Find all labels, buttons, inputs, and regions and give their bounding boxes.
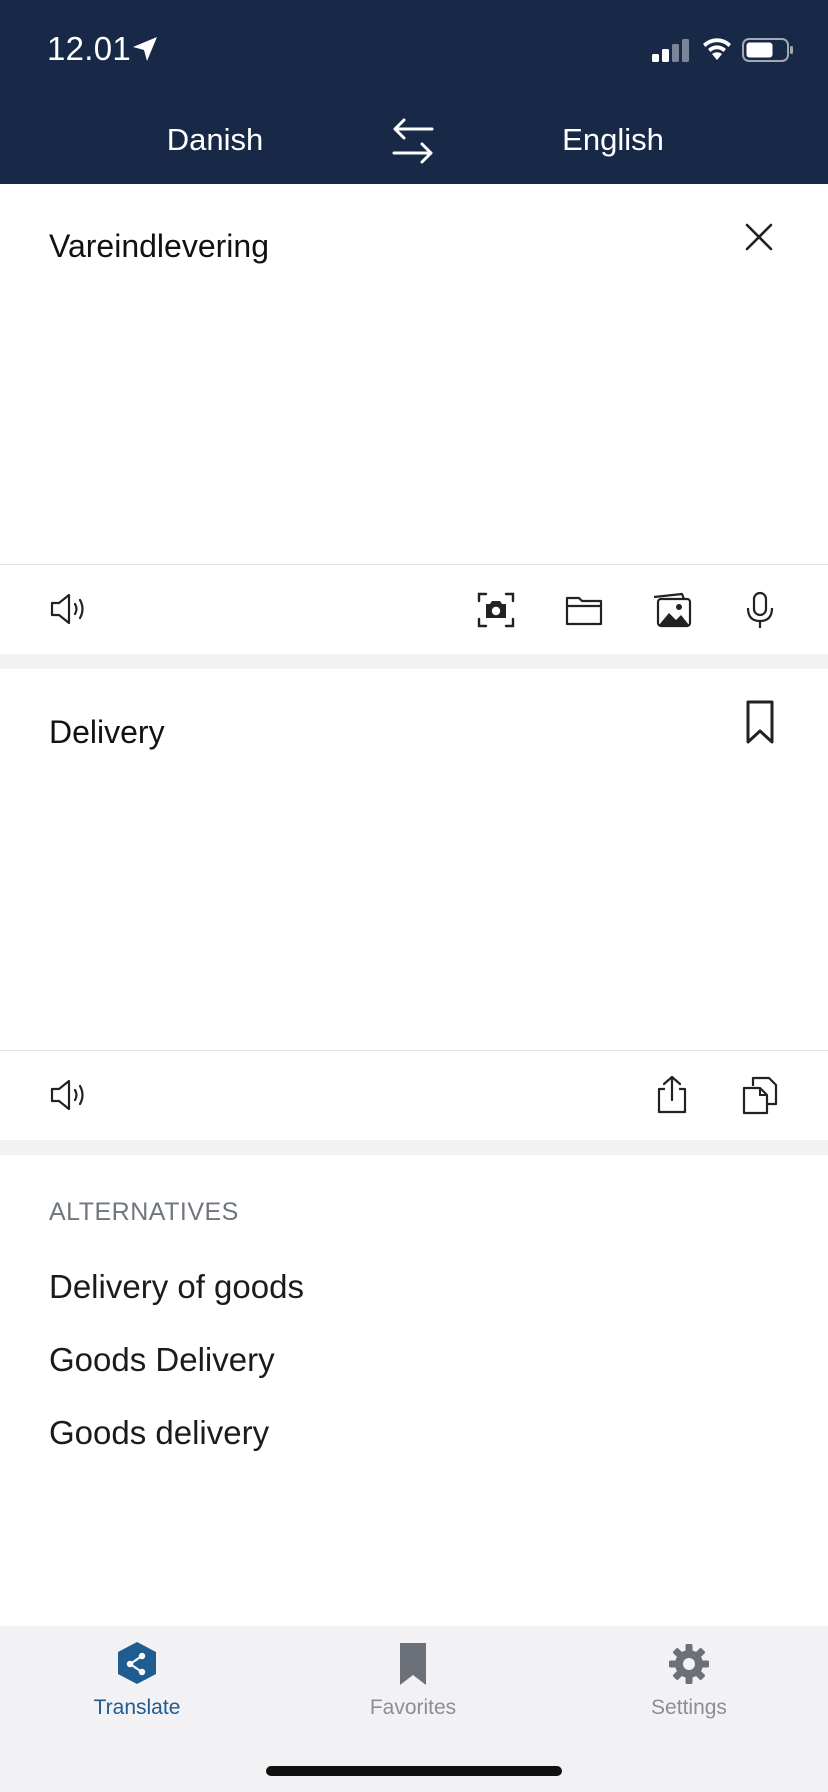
- cellular-signal-icon: [652, 39, 689, 62]
- alternative-item[interactable]: Goods Delivery: [49, 1341, 275, 1379]
- tab-label: Settings: [651, 1696, 727, 1719]
- camera-scan-icon[interactable]: [475, 589, 517, 631]
- status-time: 12.01: [47, 30, 132, 67]
- gear-icon: [669, 1644, 709, 1684]
- home-indicator: [266, 1766, 562, 1776]
- copy-icon[interactable]: [739, 1074, 781, 1116]
- battery-icon: [742, 38, 793, 62]
- translation-divider: [0, 1050, 828, 1051]
- section-separator: [0, 1140, 828, 1155]
- bookmark-icon: [400, 1643, 426, 1685]
- tab-label: Translate: [93, 1696, 181, 1719]
- speaker-icon[interactable]: [48, 1074, 90, 1116]
- top-header: 12.01 Danish English: [0, 0, 828, 184]
- bookmark-icon[interactable]: [745, 699, 775, 745]
- wifi-icon: [703, 38, 731, 60]
- source-divider: [0, 564, 828, 565]
- tab-translate[interactable]: Translate: [37, 1626, 237, 1736]
- folder-icon[interactable]: [563, 589, 605, 631]
- source-text-input[interactable]: Vareindlevering: [49, 228, 269, 265]
- section-separator: [0, 654, 828, 669]
- tab-settings[interactable]: Settings: [589, 1626, 789, 1736]
- location-arrow-icon: [133, 37, 157, 61]
- source-language-selector[interactable]: Danish: [167, 122, 264, 158]
- translation-text: Delivery: [49, 714, 165, 750]
- alternative-item[interactable]: Delivery of goods: [49, 1268, 304, 1306]
- translate-logo-icon: [118, 1642, 156, 1684]
- share-icon[interactable]: [651, 1074, 693, 1116]
- alternatives-heading: ALTERNATIVES: [49, 1198, 239, 1226]
- photo-gallery-icon[interactable]: [651, 589, 693, 631]
- alternative-item[interactable]: Goods delivery: [49, 1414, 269, 1452]
- microphone-icon[interactable]: [739, 589, 781, 631]
- clear-text-icon[interactable]: [743, 221, 775, 253]
- swap-languages-icon[interactable]: [390, 115, 436, 167]
- speaker-icon[interactable]: [48, 588, 90, 630]
- tab-favorites[interactable]: Favorites: [313, 1626, 513, 1736]
- tab-label: Favorites: [369, 1696, 457, 1719]
- target-language-selector[interactable]: English: [562, 122, 664, 158]
